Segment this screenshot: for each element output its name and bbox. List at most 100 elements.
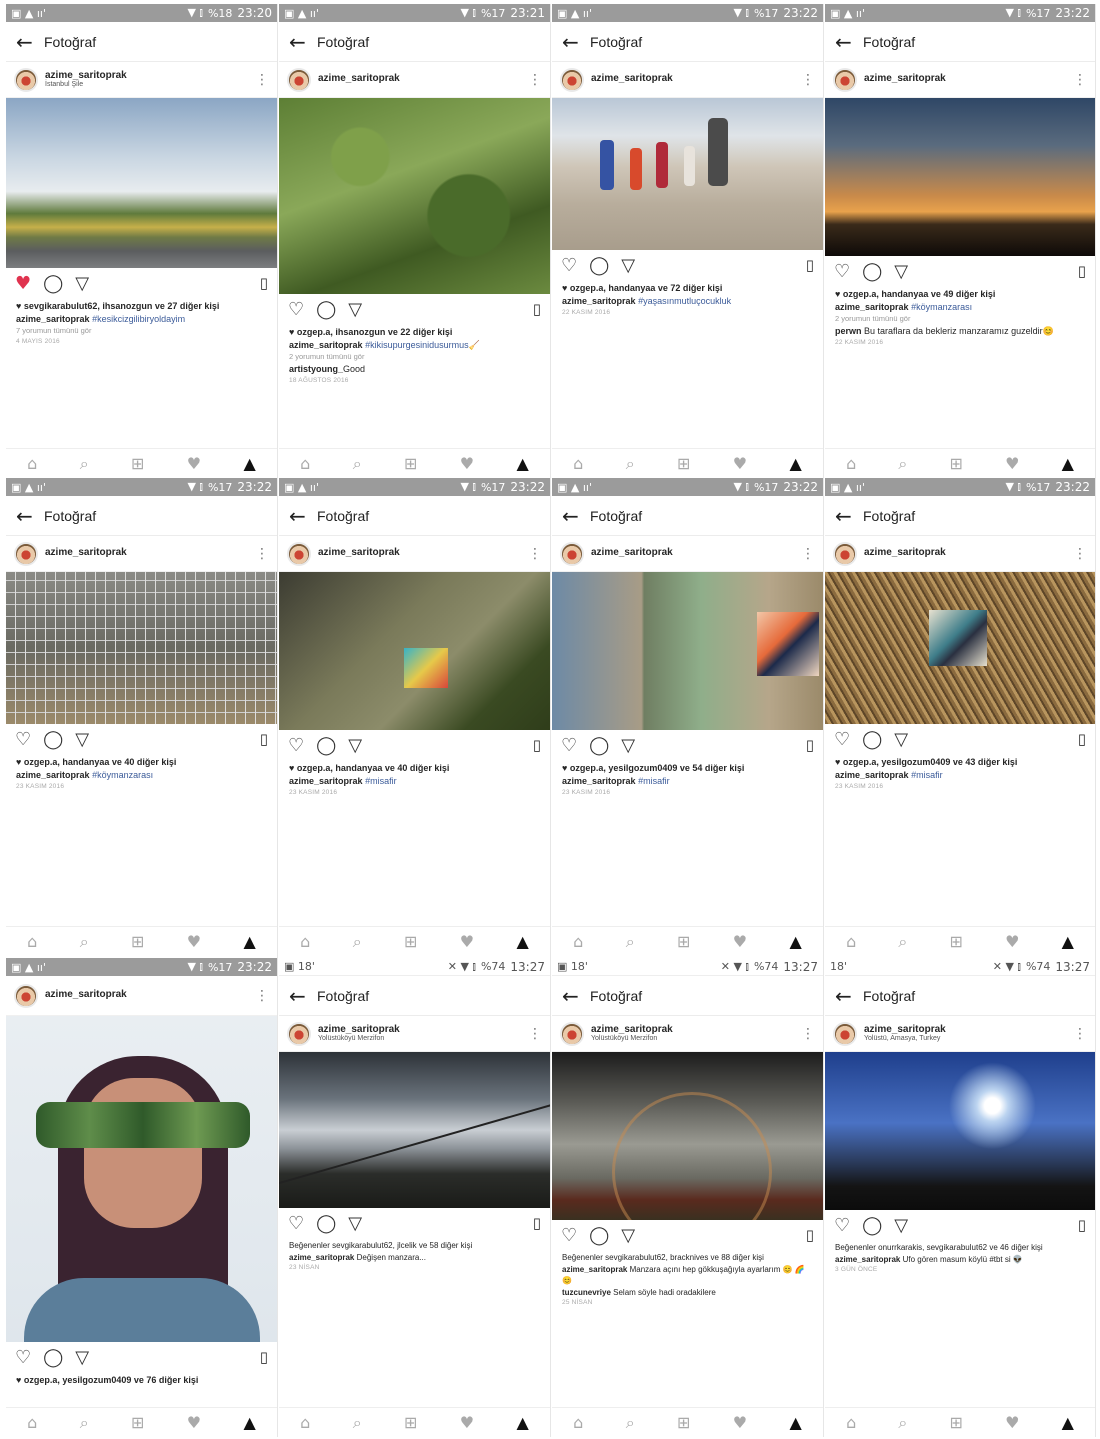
more-options-icon[interactable]: ⋮ — [528, 1026, 542, 1042]
bookmark-icon[interactable]: ▯ — [1078, 1216, 1086, 1234]
heart-icon[interactable]: ♥ — [15, 273, 31, 294]
post-photo-sun-silhouette[interactable] — [825, 1052, 1095, 1210]
search-icon[interactable]: ⌕ — [353, 932, 362, 952]
profile-icon[interactable]: ▲ — [243, 1413, 255, 1432]
comment-user[interactable]: artistyoung_ — [289, 364, 343, 374]
profile-icon[interactable]: ▲ — [243, 454, 255, 473]
bookmark-icon[interactable]: ▯ — [260, 730, 268, 748]
home-icon[interactable]: ⌂ — [846, 932, 856, 951]
heart-icon[interactable]: ♡ — [15, 729, 31, 750]
add-post-icon[interactable]: ⊞ — [950, 1413, 963, 1432]
share-icon[interactable]: ▽ — [348, 299, 362, 320]
heart-icon[interactable]: ♡ — [561, 735, 577, 756]
home-icon[interactable]: ⌂ — [573, 454, 583, 473]
bookmark-icon[interactable]: ▯ — [1078, 730, 1086, 748]
home-icon[interactable]: ⌂ — [27, 1413, 37, 1432]
add-post-icon[interactable]: ⊞ — [950, 932, 963, 951]
home-icon[interactable]: ⌂ — [27, 932, 37, 951]
search-icon[interactable]: ⌕ — [80, 454, 89, 474]
username[interactable]: azime_saritoprak — [591, 74, 673, 85]
post-photo-road-landscape[interactable] — [6, 98, 277, 268]
bookmark-icon[interactable]: ▯ — [806, 1226, 814, 1244]
home-icon[interactable]: ⌂ — [300, 1413, 310, 1432]
bookmark-icon[interactable]: ▯ — [533, 736, 541, 754]
avatar[interactable] — [833, 67, 857, 92]
back-arrow-icon[interactable]: ← — [16, 504, 44, 528]
profile-icon[interactable]: ▲ — [789, 454, 801, 473]
caption-user[interactable]: azime_saritoprak — [835, 302, 909, 312]
more-options-icon[interactable]: ⋮ — [801, 546, 815, 562]
location[interactable]: Yolüstü, Amasya, Turkey — [864, 1035, 946, 1042]
likes-text[interactable]: Beğenenler sevgikarabulut62, bracknives … — [562, 1252, 813, 1264]
add-post-icon[interactable]: ⊞ — [131, 932, 144, 951]
caption-text[interactable]: #misafir — [911, 770, 943, 780]
back-arrow-icon[interactable]: ← — [835, 984, 863, 1008]
heart-icon[interactable]: ♡ — [834, 729, 850, 750]
add-post-icon[interactable]: ⊞ — [950, 454, 963, 473]
heart-icon[interactable]: ♡ — [288, 1213, 304, 1234]
search-icon[interactable]: ⌕ — [353, 1413, 362, 1433]
back-arrow-icon[interactable]: ← — [835, 30, 863, 54]
likes-text[interactable]: sevgikarabulut62, ihsanozgun ve 27 diğer… — [24, 301, 220, 311]
share-icon[interactable]: ▽ — [894, 729, 908, 750]
caption-user[interactable]: azime_saritoprak — [289, 776, 363, 786]
avatar[interactable] — [14, 983, 38, 1008]
home-icon[interactable]: ⌂ — [573, 1413, 583, 1432]
comment-icon[interactable]: ◯ — [316, 735, 336, 756]
share-icon[interactable]: ▽ — [894, 261, 908, 282]
avatar[interactable] — [560, 1021, 584, 1046]
profile-icon[interactable]: ▲ — [243, 932, 255, 951]
likes-text[interactable]: ozgep.a, handanyaa ve 49 diğer kişi — [843, 289, 996, 299]
share-icon[interactable]: ▽ — [621, 735, 635, 756]
caption-text[interactable]: #köymanzarası — [911, 302, 972, 312]
home-icon[interactable]: ⌂ — [846, 1413, 856, 1432]
search-icon[interactable]: ⌕ — [898, 932, 907, 952]
share-icon[interactable]: ▽ — [348, 735, 362, 756]
post-photo-tile-wall[interactable] — [552, 572, 823, 730]
caption-user[interactable]: azime_saritoprak — [16, 770, 90, 780]
share-icon[interactable]: ▽ — [894, 1215, 908, 1236]
bookmark-icon[interactable]: ▯ — [533, 1214, 541, 1232]
home-icon[interactable]: ⌂ — [27, 454, 37, 473]
bookmark-icon[interactable]: ▯ — [806, 256, 814, 274]
post-photo-barbed-wire[interactable] — [279, 1052, 550, 1208]
search-icon[interactable]: ⌕ — [626, 1413, 635, 1433]
profile-icon[interactable]: ▲ — [1062, 454, 1074, 473]
caption-user[interactable]: azime_saritoprak — [835, 770, 909, 780]
back-arrow-icon[interactable]: ← — [562, 504, 590, 528]
back-arrow-icon[interactable]: ← — [562, 984, 590, 1008]
comment-icon[interactable]: ◯ — [862, 1215, 882, 1236]
avatar[interactable] — [833, 541, 857, 566]
comment-icon[interactable]: ◯ — [862, 729, 882, 750]
profile-icon[interactable]: ▲ — [516, 454, 528, 473]
likes-text[interactable]: ozgep.a, ihsanozgun ve 22 diğer kişi — [297, 327, 453, 337]
share-icon[interactable]: ▽ — [348, 1213, 362, 1234]
comment-icon[interactable]: ◯ — [43, 729, 63, 750]
username[interactable]: azime_saritoprak — [864, 548, 946, 559]
location[interactable]: Yolüstüköyü Merzifon — [591, 1035, 673, 1042]
bookmark-icon[interactable]: ▯ — [806, 736, 814, 754]
likes-text[interactable]: ozgep.a, yesilgozum0409 ve 54 diğer kişi — [570, 763, 745, 773]
comment-icon[interactable]: ◯ — [43, 1347, 63, 1368]
caption-user[interactable]: azime_saritoprak — [289, 1253, 354, 1262]
comment-icon[interactable]: ◯ — [589, 1225, 609, 1246]
add-post-icon[interactable]: ⊞ — [677, 454, 690, 473]
activity-heart-icon[interactable]: ♥ — [460, 1413, 474, 1432]
more-options-icon[interactable]: ⋮ — [528, 546, 542, 562]
comment-icon[interactable]: ◯ — [589, 255, 609, 276]
username[interactable]: azime_saritoprak — [591, 1024, 673, 1036]
home-icon[interactable]: ⌂ — [300, 932, 310, 951]
search-icon[interactable]: ⌕ — [898, 454, 907, 474]
avatar[interactable] — [14, 541, 38, 566]
avatar[interactable] — [833, 1021, 857, 1046]
search-icon[interactable]: ⌕ — [353, 454, 362, 474]
likes-text[interactable]: ozgep.a, handanyaa ve 72 diğer kişi — [570, 283, 723, 293]
post-photo-sunset[interactable] — [825, 98, 1095, 256]
activity-heart-icon[interactable]: ♥ — [1005, 454, 1019, 473]
likes-text[interactable]: ozgep.a, yesilgozum0409 ve 76 diğer kişi — [24, 1375, 199, 1385]
more-options-icon[interactable]: ⋮ — [801, 72, 815, 88]
activity-heart-icon[interactable]: ♥ — [733, 454, 747, 473]
back-arrow-icon[interactable]: ← — [289, 30, 317, 54]
add-post-icon[interactable]: ⊞ — [131, 1413, 144, 1432]
comment-user[interactable]: tuzcunevriye — [562, 1288, 611, 1297]
